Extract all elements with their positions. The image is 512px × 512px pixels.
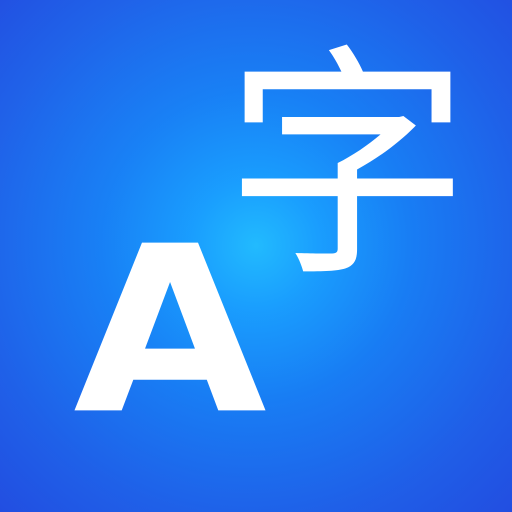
cjk-character-icon: 字 — [225, 25, 470, 310]
translate-app-icon: A 字 — [0, 0, 512, 512]
